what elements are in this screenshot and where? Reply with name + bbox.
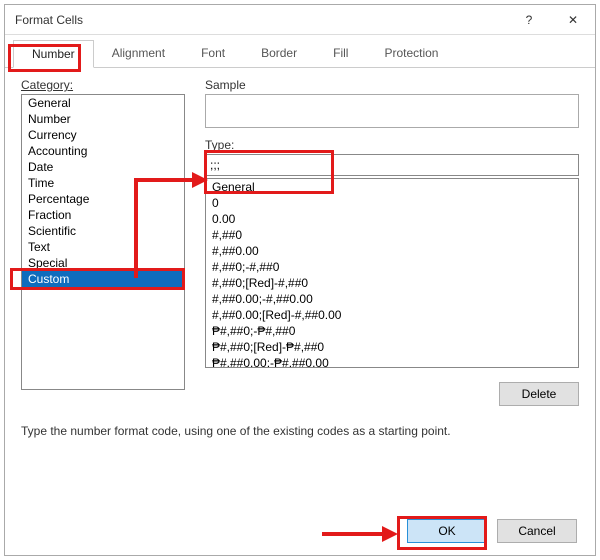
format-code-item[interactable]: #,##0.00;-#,##0.00: [206, 291, 578, 307]
category-item[interactable]: General: [22, 95, 184, 111]
category-item[interactable]: Scientific: [22, 223, 184, 239]
close-button[interactable]: ✕: [551, 5, 595, 35]
tab-fill[interactable]: Fill: [315, 40, 366, 68]
category-item[interactable]: Special: [22, 255, 184, 271]
category-item[interactable]: Fraction: [22, 207, 184, 223]
category-item[interactable]: Accounting: [22, 143, 184, 159]
category-item[interactable]: Date: [22, 159, 184, 175]
format-code-item[interactable]: #,##0.00: [206, 243, 578, 259]
format-code-item[interactable]: General: [206, 179, 578, 195]
tab-number[interactable]: Number: [13, 40, 94, 68]
help-button[interactable]: ?: [507, 5, 551, 35]
format-code-item[interactable]: #,##0: [206, 227, 578, 243]
help-icon: ?: [526, 13, 533, 27]
format-code-item[interactable]: 0: [206, 195, 578, 211]
tab-panel-number: Category: General Number Currency Accoun…: [5, 68, 595, 438]
dialog-buttons: OK Cancel: [407, 519, 577, 543]
format-code-item[interactable]: ₱#,##0.00;-₱#,##0.00: [206, 355, 578, 368]
format-code-item[interactable]: ₱#,##0;[Red]-₱#,##0: [206, 339, 578, 355]
format-code-item[interactable]: ₱#,##0;-₱#,##0: [206, 323, 578, 339]
tab-alignment[interactable]: Alignment: [94, 40, 183, 68]
category-label: Category:: [21, 78, 185, 92]
dialog-title: Format Cells: [15, 13, 507, 27]
cancel-button[interactable]: Cancel: [497, 519, 577, 543]
format-code-list[interactable]: General 0 0.00 #,##0 #,##0.00 #,##0;-#,#…: [205, 178, 579, 368]
category-item[interactable]: Text: [22, 239, 184, 255]
tab-border[interactable]: Border: [243, 40, 315, 68]
delete-button[interactable]: Delete: [499, 382, 579, 406]
ok-button[interactable]: OK: [407, 519, 487, 543]
category-item[interactable]: Number: [22, 111, 184, 127]
category-list[interactable]: General Number Currency Accounting Date …: [21, 94, 185, 390]
category-item[interactable]: Percentage: [22, 191, 184, 207]
format-cells-dialog: Format Cells ? ✕ Number Alignment Font B…: [4, 4, 596, 556]
close-icon: ✕: [568, 13, 578, 27]
format-code-item[interactable]: #,##0;-#,##0: [206, 259, 578, 275]
category-item[interactable]: Time: [22, 175, 184, 191]
category-item[interactable]: Currency: [22, 127, 184, 143]
sample-preview: [205, 94, 579, 128]
tab-protection[interactable]: Protection: [366, 40, 456, 68]
titlebar: Format Cells ? ✕: [5, 5, 595, 35]
format-code-item[interactable]: #,##0.00;[Red]-#,##0.00: [206, 307, 578, 323]
tab-font[interactable]: Font: [183, 40, 243, 68]
category-item-custom[interactable]: Custom: [22, 271, 184, 287]
tab-bar: Number Alignment Font Border Fill Protec…: [5, 39, 595, 68]
format-code-item[interactable]: #,##0;[Red]-#,##0: [206, 275, 578, 291]
type-label: Type:: [205, 138, 579, 152]
sample-label: Sample: [205, 78, 579, 92]
type-input[interactable]: [205, 154, 579, 176]
hint-text: Type the number format code, using one o…: [21, 424, 579, 438]
format-code-item[interactable]: 0.00: [206, 211, 578, 227]
